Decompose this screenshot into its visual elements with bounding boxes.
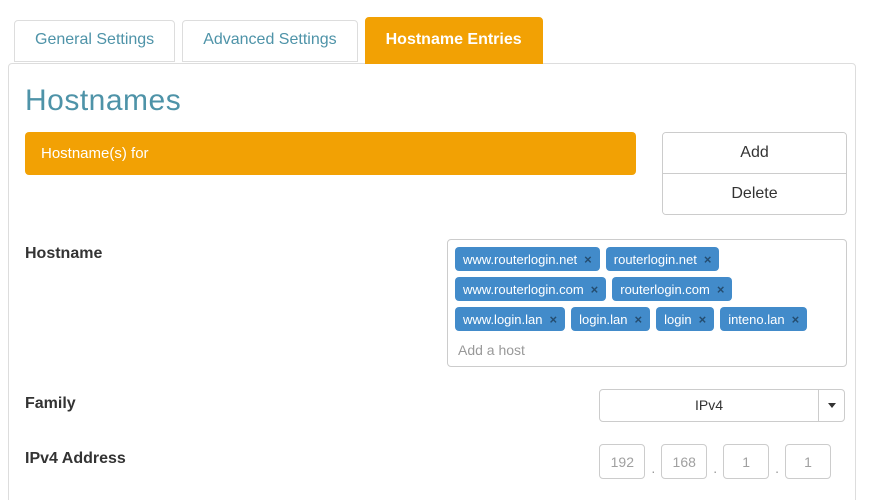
tag-label: www.routerlogin.net <box>463 252 577 267</box>
ipv4-address-inputs: . . . <box>599 444 831 479</box>
hostname-label: Hostname <box>25 239 102 263</box>
tag-remove-close-icon[interactable]: × <box>591 283 599 296</box>
page-title: Hostnames <box>25 84 847 118</box>
tag-label: routerlogin.com <box>620 282 710 297</box>
octet-separator: . <box>775 460 779 479</box>
add-host-input[interactable] <box>458 342 598 358</box>
octet-separator: . <box>651 460 655 479</box>
add-button[interactable]: Add <box>663 133 846 173</box>
tag-label: www.login.lan <box>463 312 543 327</box>
hostname-entries-panel: Hostnames Hostname(s) for Add Delete Hos… <box>8 63 856 500</box>
tag-label: login <box>664 312 691 327</box>
tag-remove-close-icon[interactable]: × <box>550 313 558 326</box>
hostname-tag: www.login.lan × <box>455 307 565 331</box>
family-field-row: Family IPv4 <box>25 389 847 422</box>
tab-hostname-entries[interactable]: Hostname Entries <box>365 17 543 64</box>
tag-remove-close-icon[interactable]: × <box>699 313 707 326</box>
caret-down-icon <box>828 403 836 408</box>
tag-remove-close-icon[interactable]: × <box>704 253 712 266</box>
ipv4-octet-1-input[interactable] <box>599 444 645 479</box>
tag-label: login.lan <box>579 312 627 327</box>
ipv4-octet-2-input[interactable] <box>661 444 707 479</box>
hostname-tag: login.lan × <box>571 307 650 331</box>
tag-remove-close-icon[interactable]: × <box>584 253 592 266</box>
family-selected-value: IPv4 <box>600 390 818 421</box>
hostname-tag: routerlogin.com × <box>612 277 732 301</box>
tag-remove-close-icon[interactable]: × <box>792 313 800 326</box>
tab-advanced-settings[interactable]: Advanced Settings <box>182 20 357 62</box>
ipv4-address-label: IPv4 Address <box>25 444 126 468</box>
hostname-tag: login × <box>656 307 714 331</box>
tag-remove-close-icon[interactable]: × <box>717 283 725 296</box>
hostname-tag: routerlogin.net × <box>606 247 720 271</box>
tag-label: routerlogin.net <box>614 252 697 267</box>
tab-general-settings[interactable]: General Settings <box>14 20 175 62</box>
hostname-tag: inteno.lan × <box>720 307 807 331</box>
ipv4-octet-3-input[interactable] <box>723 444 769 479</box>
delete-button[interactable]: Delete <box>663 173 846 214</box>
family-select-caret-button[interactable] <box>818 390 844 421</box>
hostname-section-banner[interactable]: Hostname(s) for <box>25 132 636 175</box>
action-button-group: Add Delete <box>662 132 847 215</box>
ipv4-octet-4-input[interactable] <box>785 444 831 479</box>
octet-separator: . <box>713 460 717 479</box>
hostname-tag: www.routerlogin.net × <box>455 247 600 271</box>
tab-bar: General Settings Advanced Settings Hostn… <box>14 17 543 64</box>
family-label: Family <box>25 389 76 413</box>
hostname-field-row: Hostname www.routerlogin.net × routerlog… <box>25 239 847 367</box>
family-select[interactable]: IPv4 <box>599 389 845 422</box>
ipv4-field-row: IPv4 Address . . . <box>25 444 847 479</box>
tag-label: inteno.lan <box>728 312 784 327</box>
tag-remove-close-icon[interactable]: × <box>635 313 643 326</box>
banner-row: Hostname(s) for Add Delete <box>25 132 847 215</box>
hostname-tag: www.routerlogin.com × <box>455 277 606 301</box>
tag-label: www.routerlogin.com <box>463 282 584 297</box>
hostname-tags-input[interactable]: www.routerlogin.net × routerlogin.net × … <box>447 239 847 367</box>
